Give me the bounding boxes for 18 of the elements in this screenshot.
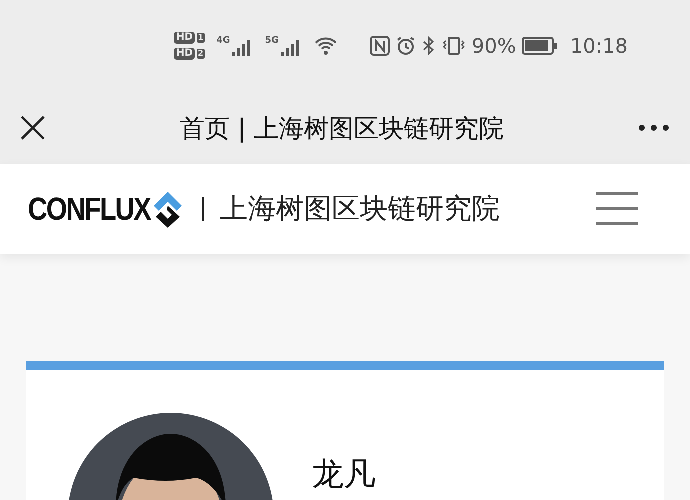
nfc-icon xyxy=(370,36,390,56)
logo-icon[interactable] xyxy=(152,190,184,228)
organization-name: 上海树图区块链研究院 xyxy=(220,191,502,227)
network-label: 4G xyxy=(216,36,230,46)
network-label: 5G xyxy=(265,36,279,46)
wifi-icon xyxy=(314,36,338,56)
battery-percentage: 90% xyxy=(472,34,516,58)
page-title: 首页 | 上海树图区块链研究院 xyxy=(178,112,506,144)
vibrate-icon xyxy=(442,36,466,56)
battery-icon xyxy=(522,37,558,55)
bluetooth-icon xyxy=(422,36,436,56)
person-name: 龙凡 xyxy=(312,454,376,495)
more-icon[interactable] xyxy=(638,124,670,132)
alarm-icon xyxy=(396,36,416,56)
menu-icon[interactable] xyxy=(596,192,638,226)
logo-text[interactable]: CONFLUX xyxy=(28,190,151,228)
clock-time: 10:18 xyxy=(570,34,628,58)
close-icon[interactable] xyxy=(20,115,46,141)
